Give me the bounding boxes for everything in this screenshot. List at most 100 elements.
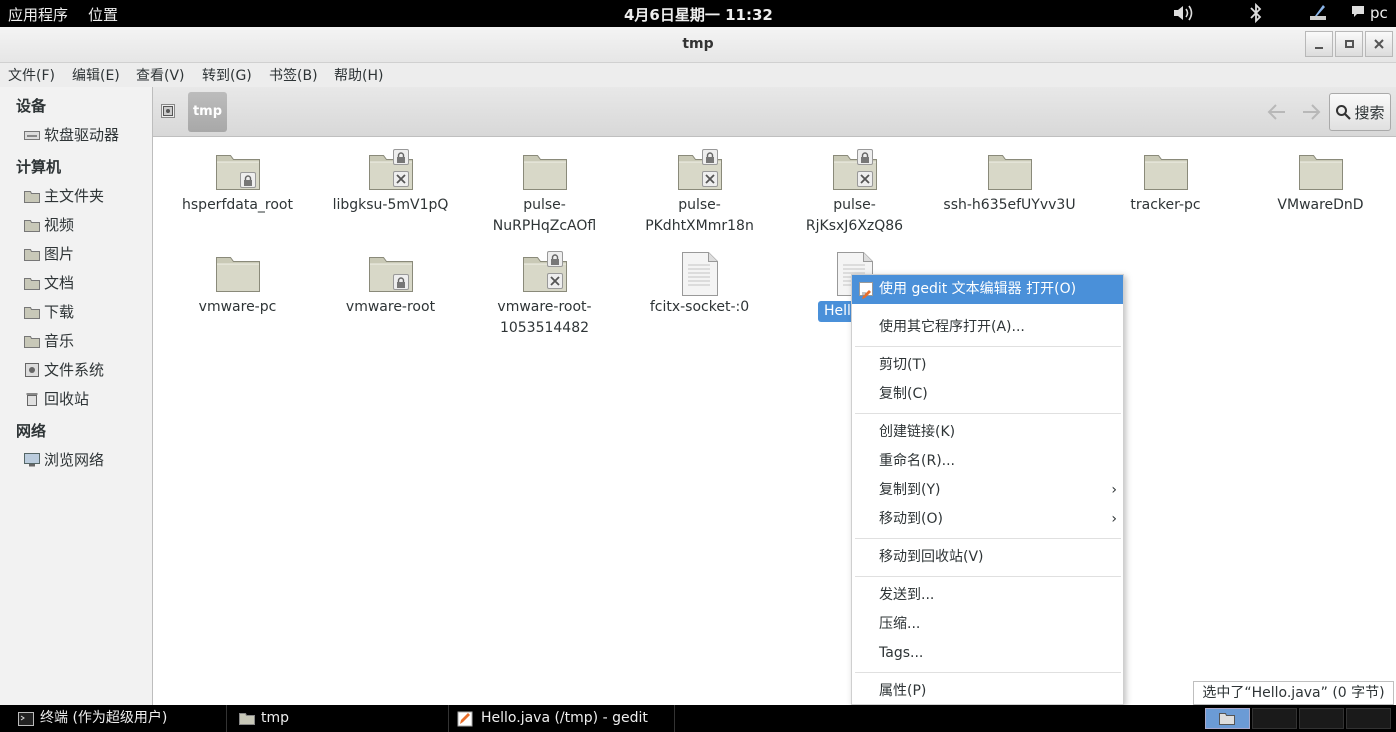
menu-edit[interactable]: 编辑(E): [72, 65, 120, 85]
gedit-icon: [859, 282, 873, 299]
file-item[interactable]: VMwareDnD: [1243, 149, 1396, 216]
workspace-2[interactable]: [1252, 708, 1297, 729]
sidebar-item-home[interactable]: 主文件夹: [24, 185, 104, 206]
file-item[interactable]: ssh-h635efUYvv3U: [932, 149, 1087, 216]
task-tmp[interactable]: tmp: [227, 705, 449, 732]
unreadable-icon: [701, 171, 718, 187]
file-name-line: pulse-: [678, 197, 721, 213]
file-name-line: NuRPHqZcAOfl: [492, 218, 597, 234]
file-item[interactable]: vmware-root- 1053514482: [467, 251, 622, 339]
sidebar-item-filesystem[interactable]: 文件系统: [24, 359, 104, 380]
workspace-4[interactable]: [1346, 708, 1391, 729]
file-name-line: 1053514482: [499, 320, 590, 336]
chat-icon[interactable]: [1350, 3, 1366, 23]
lock-icon: [546, 251, 563, 267]
file-item[interactable]: pulse- NuRPHqZcAOfl: [467, 149, 622, 237]
path-button-tmp[interactable]: tmp: [188, 92, 227, 132]
file-item[interactable]: pulse- PKdhtXMmr18n: [622, 149, 777, 237]
menu-item-copy-to[interactable]: 复制到(Y) ›: [852, 476, 1123, 505]
menu-go[interactable]: 转到(G): [202, 65, 252, 85]
back-button[interactable]: [1266, 102, 1288, 126]
menu-file[interactable]: 文件(F): [8, 65, 55, 85]
menu-item-cut[interactable]: 剪切(T): [852, 351, 1123, 380]
unreadable-icon: [856, 171, 873, 187]
menu-item-send-to[interactable]: 发送到...: [852, 581, 1123, 610]
file-name: vmware-root: [313, 297, 468, 318]
sidebar-item-label: 视频: [44, 216, 75, 234]
file-name: VMwareDnD: [1243, 195, 1396, 216]
menu-item-compress[interactable]: 压缩...: [852, 610, 1123, 639]
location-toolbar: tmp 搜索: [153, 87, 1396, 137]
bluetooth-icon[interactable]: [1248, 2, 1264, 28]
volume-icon[interactable]: [1172, 3, 1194, 27]
file-name-line: VMwareDnD: [1277, 197, 1364, 213]
submenu-arrow-icon: ›: [1111, 482, 1117, 498]
file-item[interactable]: fcitx-socket-:0: [622, 251, 777, 318]
menu-item-move-to-trash[interactable]: 移动到回收站(V): [852, 543, 1123, 572]
harddisk-icon: [24, 362, 40, 377]
sidebar-item-documents[interactable]: 文档: [24, 272, 74, 293]
sidebar-item-videos[interactable]: 视频: [24, 214, 74, 235]
menu-separator: [855, 413, 1121, 414]
sidebar-section-computer: 计算机: [16, 158, 62, 176]
sidebar-item-downloads[interactable]: 下载: [24, 301, 74, 322]
file-name: libgksu-5mV1pQ: [313, 195, 468, 216]
file-name: hsperfdata_root: [160, 195, 315, 216]
folder-icon: [239, 713, 255, 725]
workspace-3[interactable]: [1299, 708, 1344, 729]
file-item[interactable]: tracker-pc: [1088, 149, 1243, 216]
file-name: vmware-root- 1053514482: [467, 297, 622, 339]
window-titlebar[interactable]: tmp: [0, 27, 1396, 63]
unreadable-icon: [546, 273, 563, 289]
menu-item-move-to[interactable]: 移动到(O) ›: [852, 505, 1123, 534]
menu-item-label: 使用 gedit 文本编辑器 打开(O): [879, 281, 1077, 297]
file-name-line: vmware-pc: [198, 299, 277, 315]
menu-bookmarks[interactable]: 书签(B): [269, 65, 318, 85]
input-method-icon[interactable]: [1307, 2, 1329, 28]
path-root-button[interactable]: [161, 104, 175, 118]
forward-button[interactable]: [1300, 102, 1322, 126]
places-menu[interactable]: 位置: [88, 4, 118, 25]
file-item[interactable]: libgksu-5mV1pQ: [313, 149, 468, 216]
user-menu[interactable]: pc: [1370, 4, 1388, 22]
close-button[interactable]: [1365, 31, 1393, 57]
file-item[interactable]: pulse- RjKsxJ6XzQ86: [777, 149, 932, 237]
menu-item-make-link[interactable]: 创建链接(K): [852, 418, 1123, 447]
sidebar-item-label: 下载: [44, 303, 75, 321]
task-terminal[interactable]: 终端 (作为超级用户): [0, 705, 227, 732]
menu-item-tags[interactable]: Tags...: [852, 639, 1123, 668]
sidebar-item-floppy[interactable]: 软盘驱动器: [24, 124, 119, 145]
lock-icon: [239, 172, 256, 188]
folder-icon: [1298, 149, 1344, 191]
file-name-line: vmware-root-: [497, 299, 592, 315]
maximize-icon: [1344, 40, 1354, 48]
menu-view[interactable]: 查看(V): [136, 65, 185, 85]
workspace-1[interactable]: [1205, 708, 1250, 729]
maximize-button[interactable]: [1335, 31, 1363, 57]
documents-folder-icon: [24, 276, 40, 290]
clock[interactable]: 4月6日星期一 11:32: [624, 4, 773, 25]
file-item[interactable]: vmware-pc: [160, 251, 315, 318]
applications-menu[interactable]: 应用程序: [8, 4, 68, 25]
file-item[interactable]: hsperfdata_root: [160, 149, 315, 216]
folder-icon: [832, 149, 878, 191]
sidebar-item-music[interactable]: 音乐: [24, 330, 74, 351]
sidebar-item-browse-network[interactable]: 浏览网络: [24, 449, 104, 470]
forward-arrow-icon: [1303, 104, 1321, 120]
menu-help[interactable]: 帮助(H): [334, 65, 383, 85]
menu-item-open-other[interactable]: 使用其它程序打开(A)...: [852, 313, 1123, 342]
sidebar-item-trash[interactable]: 回收站: [24, 388, 89, 409]
menu-item-open-gedit[interactable]: 使用 gedit 文本编辑器 打开(O): [852, 275, 1123, 304]
menu-item-properties[interactable]: 属性(P): [852, 677, 1123, 706]
sidebar-item-label: 回收站: [44, 390, 90, 408]
file-name: tracker-pc: [1088, 195, 1243, 216]
menu-item-copy[interactable]: 复制(C): [852, 380, 1123, 409]
network-icon: [24, 452, 40, 467]
sidebar-item-pictures[interactable]: 图片: [24, 243, 74, 264]
search-button[interactable]: 搜索: [1329, 93, 1391, 131]
minimize-icon: [1315, 47, 1323, 49]
file-item[interactable]: vmware-root: [313, 251, 468, 318]
menu-item-rename[interactable]: 重命名(R)...: [852, 447, 1123, 476]
task-gedit[interactable]: Hello.java (/tmp) - gedit: [449, 705, 675, 732]
minimize-button[interactable]: [1305, 31, 1333, 57]
